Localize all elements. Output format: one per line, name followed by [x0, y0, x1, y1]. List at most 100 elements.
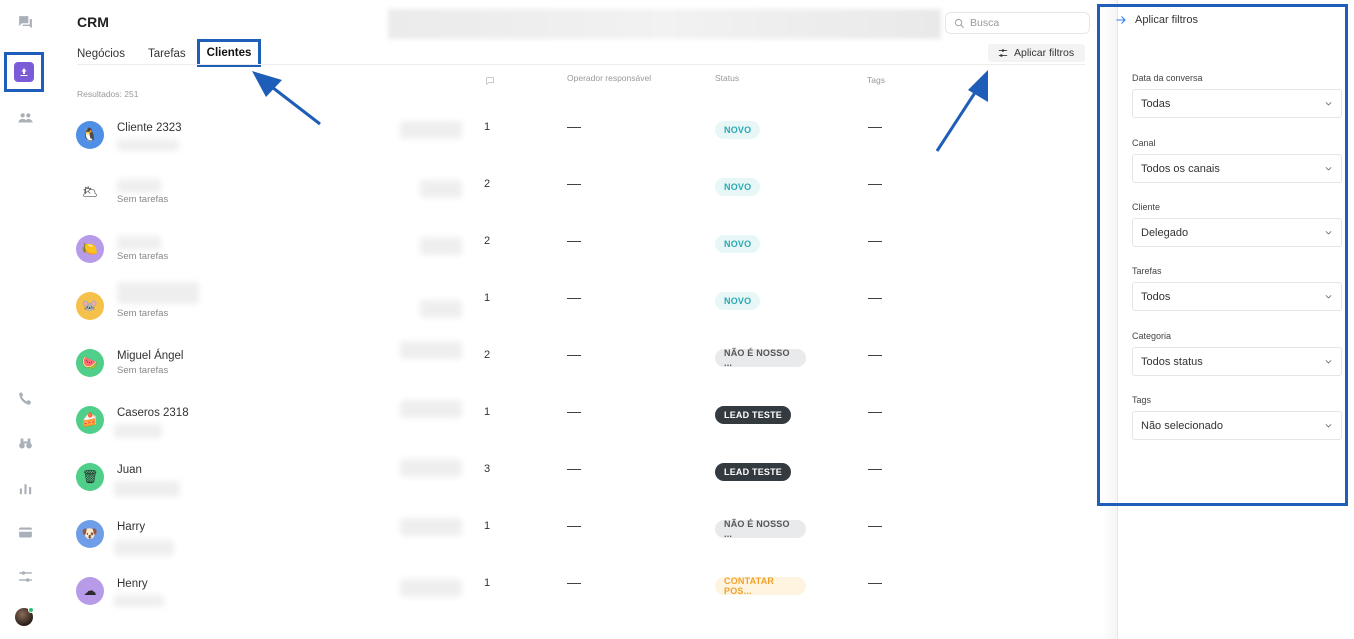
status-badge[interactable]: NÃO É NOSSO ...	[715, 519, 806, 539]
phone-icon[interactable]	[12, 385, 38, 411]
client-name[interactable]: Juan	[117, 464, 142, 476]
filter-value: Delegado	[1141, 226, 1189, 239]
card-icon[interactable]	[12, 519, 38, 545]
tab-clientes[interactable]: Clientes	[196, 39, 262, 67]
tags-value: —	[868, 574, 882, 590]
tags-value: —	[868, 175, 882, 191]
mouse-icon: 🐭	[76, 292, 104, 320]
message-count: 1	[484, 406, 491, 418]
table-row[interactable]: 🍉 Miguel Ángel Sem tarefas 2 — NÃO É NOS…	[70, 337, 1085, 394]
table-row[interactable]: 🌥 Sem tarefas 2 — NOVO —	[70, 166, 1085, 223]
redacted-text	[400, 341, 462, 359]
chat-icon[interactable]	[12, 9, 38, 35]
table-row[interactable]: 🍰 Caseros 2318 1 — LEAD TESTE —	[70, 394, 1085, 451]
operator-value: —	[567, 403, 581, 419]
redacted-text	[114, 481, 180, 497]
filter-label: Tags	[1132, 395, 1152, 405]
users-icon[interactable]	[12, 104, 38, 130]
binoculars-icon[interactable]	[12, 430, 38, 456]
filter-category: Categoria Todos status	[1132, 331, 1342, 376]
column-header-tags: Tags	[867, 75, 885, 85]
chevron-down-icon	[1325, 295, 1332, 299]
message-count: 1	[484, 577, 491, 589]
operator-value: —	[567, 118, 581, 134]
filter-client-select[interactable]: Delegado	[1132, 218, 1342, 247]
filter-label: Categoria	[1132, 331, 1172, 341]
filter-label: Data da conversa	[1132, 73, 1203, 83]
client-name[interactable]: Henry	[117, 578, 148, 590]
filter-category-select[interactable]: Todos status	[1132, 347, 1342, 376]
status-badge[interactable]: NOVO	[715, 121, 761, 139]
lemon-icon: 🍋	[76, 235, 104, 263]
status-badge[interactable]: LEAD TESTE	[715, 406, 792, 424]
chevron-down-icon	[1325, 424, 1332, 428]
chat-bubble-icon	[485, 76, 495, 88]
chevron-down-icon	[1325, 167, 1332, 171]
apply-filters-label: Aplicar filtros	[1014, 47, 1075, 59]
filter-tasks-select[interactable]: Todos	[1132, 282, 1342, 311]
panel-shadow	[1103, 0, 1117, 639]
operator-value: —	[567, 517, 581, 533]
apply-filters-button[interactable]: Aplicar filtros	[988, 44, 1085, 62]
client-name[interactable]: Harry	[117, 521, 145, 533]
client-subtitle: Sem tarefas	[117, 251, 169, 262]
search-input[interactable]	[970, 17, 1080, 29]
operator-value: —	[567, 175, 581, 191]
table-row[interactable]: 🗑 Juan 3 — LEAD TESTE —	[70, 451, 1085, 508]
status-badge[interactable]: NÃO É NOSSO ...	[715, 348, 806, 368]
page-title: CRM	[77, 14, 109, 30]
filter-date-select[interactable]: Todas	[1132, 89, 1342, 118]
chevron-down-icon	[1325, 360, 1332, 364]
online-status-dot	[28, 607, 34, 613]
filter-label: Tarefas	[1132, 266, 1162, 276]
filter-date: Data da conversa Todas	[1132, 73, 1342, 118]
tab-tarefas[interactable]: Tarefas	[148, 44, 186, 66]
client-name[interactable]: Cliente 2323	[117, 122, 182, 134]
table-row[interactable]: 🐭 Sem tarefas 1 — NOVO —	[70, 280, 1085, 337]
client-name[interactable]: Miguel Ángel	[117, 350, 183, 362]
client-subtitle: Sem tarefas	[117, 365, 169, 376]
tags-value: —	[868, 232, 882, 248]
filter-label: Cliente	[1132, 202, 1161, 212]
message-count: 2	[484, 235, 491, 247]
redacted-text	[114, 424, 162, 438]
filter-client: Cliente Delegado	[1132, 202, 1342, 247]
crm-app: CRM Negócios Tarefas Clientes Aplicar fi…	[0, 0, 1354, 639]
tags-value: —	[868, 118, 882, 134]
user-avatar[interactable]	[15, 607, 34, 626]
message-count: 1	[484, 121, 491, 133]
status-badge[interactable]: NOVO	[715, 292, 761, 310]
results-count: Resultados: 251	[77, 89, 139, 99]
status-badge[interactable]: LEAD TESTE	[715, 463, 792, 481]
tab-negocios[interactable]: Negócios	[77, 44, 125, 66]
search-box[interactable]	[945, 12, 1090, 34]
redacted-text	[420, 237, 462, 255]
bar-chart-icon[interactable]	[12, 475, 38, 501]
status-badge[interactable]: CONTATAR POS...	[715, 576, 806, 596]
client-name[interactable]: Caseros 2318	[117, 407, 189, 419]
status-badge[interactable]: NOVO	[715, 235, 761, 253]
filter-tags-select[interactable]: Não selecionado	[1132, 411, 1342, 440]
status-badge[interactable]: NOVO	[715, 178, 761, 196]
filter-channel-select[interactable]: Todos os canais	[1132, 154, 1342, 183]
table-row[interactable]: 🍋 Sem tarefas 2 — NOVO —	[70, 223, 1085, 280]
column-header-operator: Operador responsável	[567, 73, 652, 83]
header-divider	[77, 64, 1085, 65]
redacted-text	[400, 518, 462, 536]
cloud-icon: ☁	[76, 577, 104, 605]
left-sidebar	[0, 0, 50, 639]
redacted-text	[400, 121, 462, 139]
table-row[interactable]: ☁ Henry 1 — CONTATAR POS... —	[70, 565, 1085, 622]
redacted-text	[400, 579, 462, 597]
message-count: 2	[484, 178, 491, 190]
arrow-right-icon[interactable]	[1115, 14, 1127, 26]
filter-value: Não selecionado	[1141, 419, 1223, 432]
filter-value: Todos status	[1141, 355, 1203, 368]
filter-panel-header[interactable]: Aplicar filtros	[1115, 14, 1198, 26]
operator-value: —	[567, 346, 581, 362]
crm-icon[interactable]	[14, 62, 34, 82]
redacted-header-region	[388, 9, 941, 39]
settings-sliders-icon[interactable]	[12, 563, 38, 589]
table-row[interactable]: 🐶 Harry 1 — NÃO É NOSSO ... —	[70, 508, 1085, 565]
table-row[interactable]: 🐧 Cliente 2323 1 — NOVO —	[70, 109, 1085, 166]
